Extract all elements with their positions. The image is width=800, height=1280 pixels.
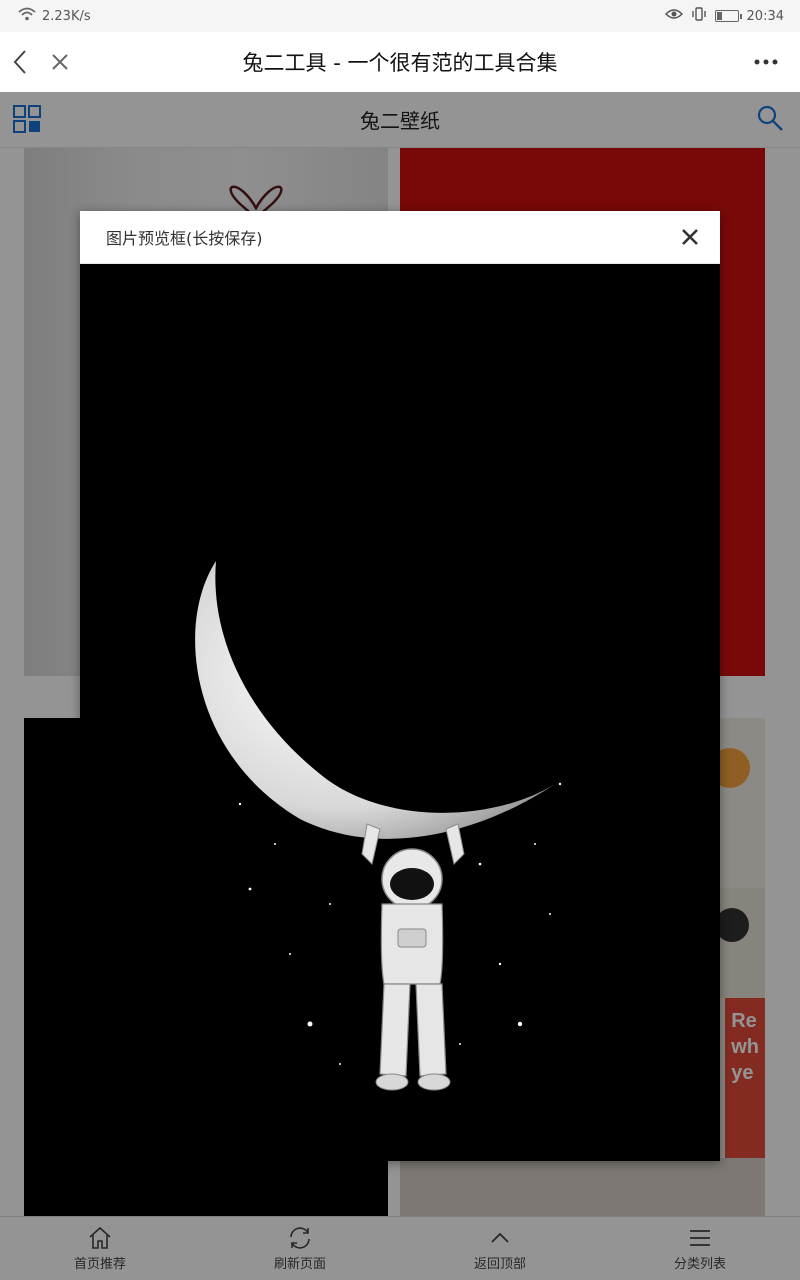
more-button[interactable] [746, 42, 786, 82]
title-bar: 兔二工具 - 一个很有范的工具合集 [0, 32, 800, 92]
status-bar: 2.23K/s 20:34 [0, 0, 800, 32]
wifi-icon [18, 7, 36, 25]
clock: 20:34 [746, 8, 784, 24]
status-left: 2.23K/s [18, 7, 91, 25]
status-right: 20:34 [664, 7, 784, 25]
close-icon [682, 229, 698, 245]
page-title: 兔二工具 - 一个很有范的工具合集 [242, 51, 558, 75]
astronaut-moon-image [80, 264, 720, 1161]
dialog-header: 图片预览框(长按保存) [80, 211, 720, 264]
vibrate-icon [691, 7, 707, 25]
back-button[interactable] [0, 42, 40, 82]
eye-icon [664, 8, 683, 24]
more-horizontal-icon [754, 59, 778, 65]
close-page-button[interactable] [40, 42, 80, 82]
image-preview-dialog: 图片预览框(长按保存) [80, 211, 720, 1161]
preview-image[interactable] [80, 264, 720, 1161]
battery-icon [714, 10, 742, 22]
close-icon [52, 54, 68, 70]
network-speed: 2.23K/s [42, 8, 91, 24]
dialog-close-button[interactable] [676, 223, 704, 251]
dialog-title: 图片预览框(长按保存) [106, 229, 263, 248]
chevron-left-icon [13, 50, 26, 74]
